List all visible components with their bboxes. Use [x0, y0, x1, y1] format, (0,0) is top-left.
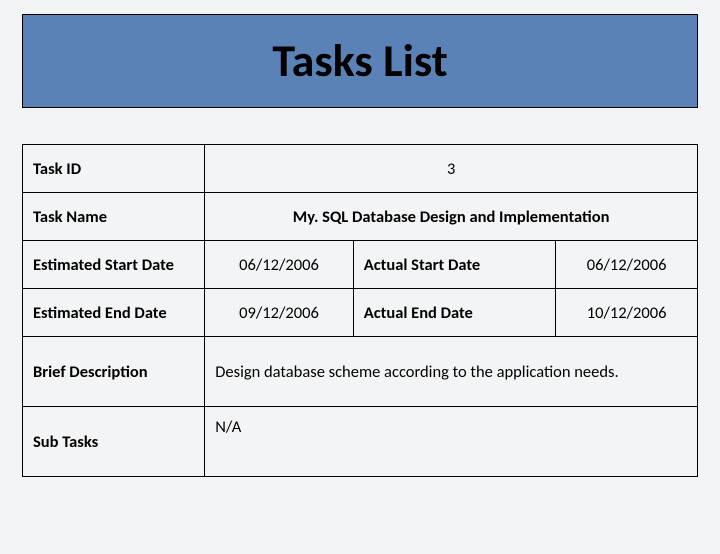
value-task-id: 3: [205, 145, 698, 193]
label-brief-desc: Brief Description: [23, 337, 205, 407]
label-sub-tasks: Sub Tasks: [23, 407, 205, 477]
label-task-name: Task Name: [23, 193, 205, 241]
page-title-text: Tasks List: [272, 33, 447, 89]
row-start-dates: Estimated Start Date 06/12/2006 Actual S…: [23, 241, 698, 289]
value-act-start: 06/12/2006: [556, 241, 698, 289]
label-est-start: Estimated Start Date: [23, 241, 205, 289]
value-brief-desc: Design database scheme according to the …: [205, 337, 698, 407]
label-act-start: Actual Start Date: [353, 241, 556, 289]
value-act-end: 10/12/2006: [556, 289, 698, 337]
label-act-end: Actual End Date: [353, 289, 556, 337]
row-task-name: Task Name My. SQL Database Design and Im…: [23, 193, 698, 241]
value-sub-tasks: N/A: [205, 407, 698, 477]
value-est-start: 06/12/2006: [205, 241, 354, 289]
row-brief-desc: Brief Description Design database scheme…: [23, 337, 698, 407]
row-sub-tasks: Sub Tasks N/A: [23, 407, 698, 477]
value-est-end: 09/12/2006: [205, 289, 354, 337]
label-task-id: Task ID: [23, 145, 205, 193]
label-est-end: Estimated End Date: [23, 289, 205, 337]
task-detail-table: Task ID 3 Task Name My. SQL Database Des…: [22, 144, 698, 477]
row-task-id: Task ID 3: [23, 145, 698, 193]
page-title: Tasks List: [22, 14, 698, 108]
value-task-name: My. SQL Database Design and Implementati…: [205, 193, 698, 241]
row-end-dates: Estimated End Date 09/12/2006 Actual End…: [23, 289, 698, 337]
